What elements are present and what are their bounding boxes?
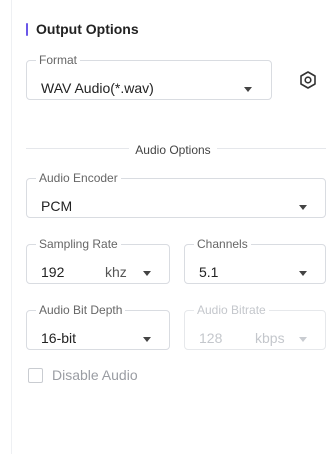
bitrate-value: 128 xyxy=(199,330,223,346)
channels-select[interactable]: Channels 5.1 xyxy=(184,238,326,284)
bitrate-select: Audio Bitrate 128 kbps xyxy=(184,304,326,350)
audio-options-label: Audio Options xyxy=(129,143,217,157)
audio-encoder-select[interactable]: Audio Encoder PCM xyxy=(26,172,326,218)
sampling-rate-label: Sampling Rate xyxy=(39,237,118,251)
bit-depth-value: 16-bit xyxy=(41,330,77,346)
section-title: Output Options xyxy=(26,21,139,37)
format-label: Format xyxy=(39,53,78,67)
audio-encoder-label: Audio Encoder xyxy=(39,171,118,185)
disable-audio-row[interactable]: Disable Audio xyxy=(28,367,138,383)
bitrate-label: Audio Bitrate xyxy=(197,303,266,317)
sampling-rate-select[interactable]: Sampling Rate 192 khz xyxy=(26,238,170,284)
format-value: WAV Audio(*.wav) xyxy=(41,80,154,96)
chevron-down-icon xyxy=(143,271,151,276)
audio-options-divider: Audio Options xyxy=(12,143,333,157)
settings-icon[interactable] xyxy=(298,70,318,90)
sampling-rate-unit: khz xyxy=(105,264,127,280)
audio-encoder-value: PCM xyxy=(41,198,73,214)
chevron-down-icon xyxy=(244,87,252,92)
section-accent-bar xyxy=(26,22,28,36)
sampling-rate-value: 192 xyxy=(41,264,65,280)
output-options-panel: Output Options Format WAV Audio(*.wav) A… xyxy=(11,0,333,454)
chevron-down-icon xyxy=(299,205,307,210)
section-title-text: Output Options xyxy=(36,21,139,37)
bitrate-unit: kbps xyxy=(255,330,285,346)
channels-value: 5.1 xyxy=(199,264,219,280)
bit-depth-label: Audio Bit Depth xyxy=(39,303,123,317)
disable-audio-label: Disable Audio xyxy=(52,367,138,383)
chevron-down-icon xyxy=(299,271,307,276)
format-select[interactable]: Format WAV Audio(*.wav) xyxy=(26,54,272,100)
chevron-down-icon xyxy=(299,337,307,342)
chevron-down-icon xyxy=(143,337,151,342)
bit-depth-select[interactable]: Audio Bit Depth 16-bit xyxy=(26,304,170,350)
channels-label: Channels xyxy=(197,237,248,251)
disable-audio-checkbox[interactable] xyxy=(28,367,43,383)
